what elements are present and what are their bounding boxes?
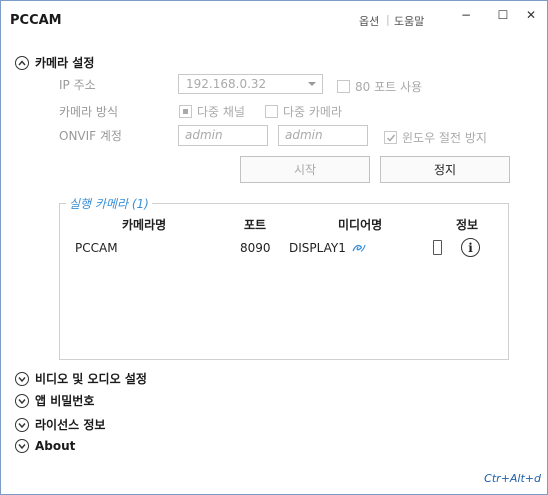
- onvif-password-input[interactable]: admin: [278, 125, 368, 146]
- chevron-down-icon: [308, 82, 316, 86]
- chevron-down-icon: [15, 371, 29, 386]
- chevron-down-icon: [15, 393, 29, 408]
- row-camera-name: PCCAM: [75, 241, 118, 255]
- stop-button[interactable]: 정지: [380, 156, 510, 183]
- row-port: 8090: [240, 241, 271, 255]
- running-cameras-title: 실행 카메라 (1): [66, 195, 152, 212]
- section-about[interactable]: About: [15, 439, 75, 453]
- info-icon[interactable]: i: [461, 238, 480, 257]
- prevent-sleep-checkbox[interactable]: 윈도우 절전 방지: [384, 129, 487, 146]
- section-video-audio[interactable]: 비디오 및 오디오 설정: [15, 370, 147, 387]
- checkmark-icon: [384, 131, 397, 144]
- minimize-button[interactable]: −: [453, 7, 479, 23]
- section-about-label: About: [35, 439, 76, 453]
- multi-camera-checkbox[interactable]: 다중 카메라: [265, 103, 342, 120]
- maximize-button[interactable]: ☐: [490, 7, 516, 23]
- multi-channel-label: 다중 채널: [197, 105, 245, 119]
- menu-help[interactable]: 도움말: [394, 13, 424, 29]
- column-media-name: 미디어명: [338, 218, 383, 232]
- section-license[interactable]: 라이선스 정보: [15, 416, 105, 433]
- start-button[interactable]: 시작: [240, 156, 370, 183]
- column-port: 포트: [244, 218, 267, 232]
- section-camera-settings-label: 카메라 설정: [35, 56, 95, 70]
- multi-camera-label: 다중 카메라: [283, 105, 343, 119]
- chevron-down-icon: [15, 417, 29, 432]
- checkbox-icon: [265, 105, 278, 118]
- checkbox-filled-icon: [179, 105, 192, 118]
- row-media-name: DISPLAY1: [289, 241, 346, 255]
- chevron-down-icon: [15, 439, 29, 453]
- onvif-username-input[interactable]: admin: [178, 125, 268, 146]
- phone-icon[interactable]: [433, 240, 442, 255]
- multi-channel-checkbox[interactable]: 다중 채널: [179, 103, 245, 120]
- onvif-label: ONVIF 계정: [59, 129, 122, 143]
- checkbox-icon: [337, 80, 350, 93]
- title-bar: PCCAM 옵션 | 도움말 − ☐ ✕: [1, 1, 547, 41]
- prevent-sleep-label: 윈도우 절전 방지: [402, 131, 487, 145]
- display-link-icon: [352, 244, 366, 252]
- section-app-password-label: 앱 비밀번호: [35, 394, 95, 408]
- ip-address-select[interactable]: 192.168.0.32: [178, 74, 323, 94]
- port80-checkbox[interactable]: 80 포트 사용: [337, 78, 422, 95]
- menu-options[interactable]: 옵션: [359, 13, 379, 29]
- column-camera-name: 카메라명: [122, 218, 167, 232]
- ip-address-value: 192.168.0.32: [186, 77, 267, 91]
- section-license-label: 라이선스 정보: [35, 418, 106, 432]
- section-camera-settings[interactable]: 카메라 설정: [15, 54, 94, 71]
- section-app-password[interactable]: 앱 비밀번호: [15, 392, 94, 409]
- close-button[interactable]: ✕: [518, 7, 544, 23]
- mode-label: 카메라 방식: [59, 105, 119, 119]
- app-title: PCCAM: [10, 13, 62, 28]
- menu-separator: |: [386, 13, 390, 26]
- section-video-audio-label: 비디오 및 오디오 설정: [35, 372, 147, 386]
- port80-label: 80 포트 사용: [355, 80, 423, 94]
- shortcut-hint: Ctr+Alt+d: [484, 472, 541, 485]
- column-info: 정보: [456, 218, 479, 232]
- chevron-up-icon: [15, 55, 29, 70]
- ip-label: IP 주소: [59, 78, 96, 92]
- app-window: PCCAM 옵션 | 도움말 − ☐ ✕ 카메라 설정 IP 주소 192.16…: [0, 0, 548, 495]
- row-media: DISPLAY1: [289, 241, 366, 255]
